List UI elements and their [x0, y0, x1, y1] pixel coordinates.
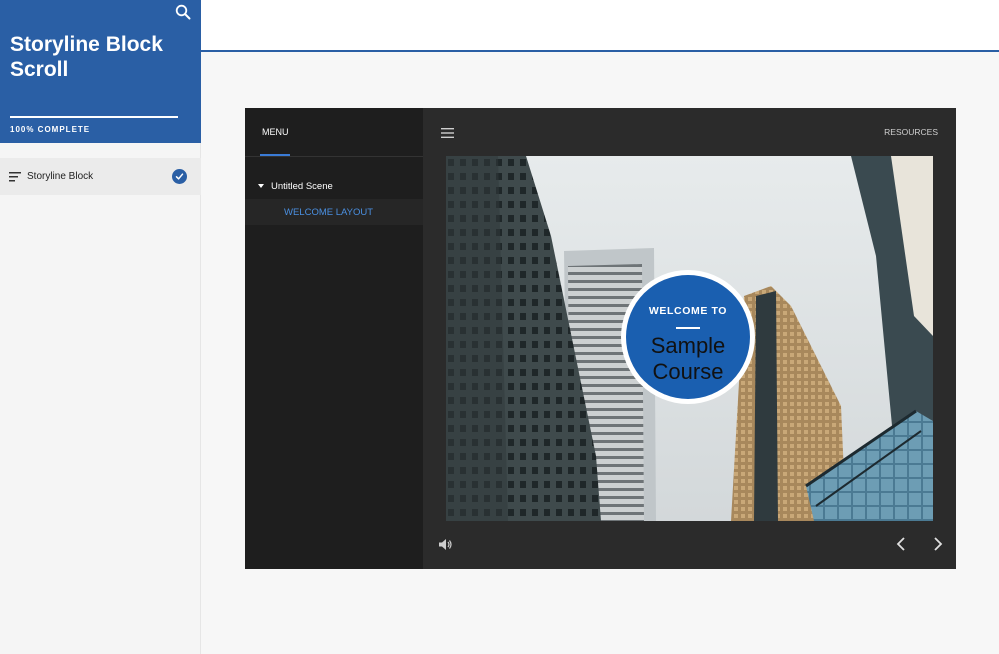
tab-menu-label: MENU: [262, 127, 289, 137]
course-title: Storyline Block Scroll: [10, 33, 163, 81]
search-icon[interactable]: [175, 4, 191, 20]
lesson-item[interactable]: Storyline Block: [0, 158, 201, 195]
chevron-left-icon[interactable]: [895, 536, 909, 552]
check-icon: [172, 169, 187, 184]
lesson-list-icon: [9, 171, 21, 181]
course-sidebar: Storyline Block Scroll 100% COMPLETE Sto…: [0, 0, 201, 654]
welcome-badge: WELCOME TO Sample Course: [621, 270, 755, 404]
welcome-text: WELCOME TO: [648, 305, 728, 317]
tab-menu[interactable]: MENU: [260, 108, 290, 156]
course-progress-bar: [10, 116, 178, 118]
slide-canvas: WELCOME TO Sample Course: [446, 156, 933, 521]
course-progress-fill: [10, 116, 178, 118]
badge-divider: [676, 327, 700, 329]
player-stage: RESOURCES WELCOME TO Sample Course: [423, 108, 956, 569]
resources-button[interactable]: RESOURCES: [884, 127, 938, 137]
menu-divider: [245, 156, 423, 157]
welcome-badge-inner: WELCOME TO Sample Course: [626, 275, 750, 399]
course-progress-label: 100% COMPLETE: [10, 125, 91, 134]
slide-item[interactable]: WELCOME LAYOUT: [245, 199, 423, 225]
volume-icon[interactable]: [439, 539, 452, 550]
course-header: Storyline Block Scroll 100% COMPLETE: [0, 0, 201, 143]
caret-down-icon: [258, 184, 264, 188]
storyline-player: MENU Untitled Scene WELCOME LAYOUT RESOU…: [245, 108, 956, 569]
hamburger-icon[interactable]: [441, 128, 454, 138]
course-name-title: Sample Course: [650, 333, 726, 384]
main-top-bar: [201, 0, 999, 52]
scene-item[interactable]: Untitled Scene: [245, 178, 423, 194]
slide-label: WELCOME LAYOUT: [284, 207, 374, 218]
scene-label: Untitled Scene: [271, 180, 333, 192]
chevron-right-icon[interactable]: [930, 536, 944, 552]
player-menu-panel: MENU Untitled Scene WELCOME LAYOUT: [245, 108, 423, 569]
lesson-label: Storyline Block: [27, 171, 94, 182]
